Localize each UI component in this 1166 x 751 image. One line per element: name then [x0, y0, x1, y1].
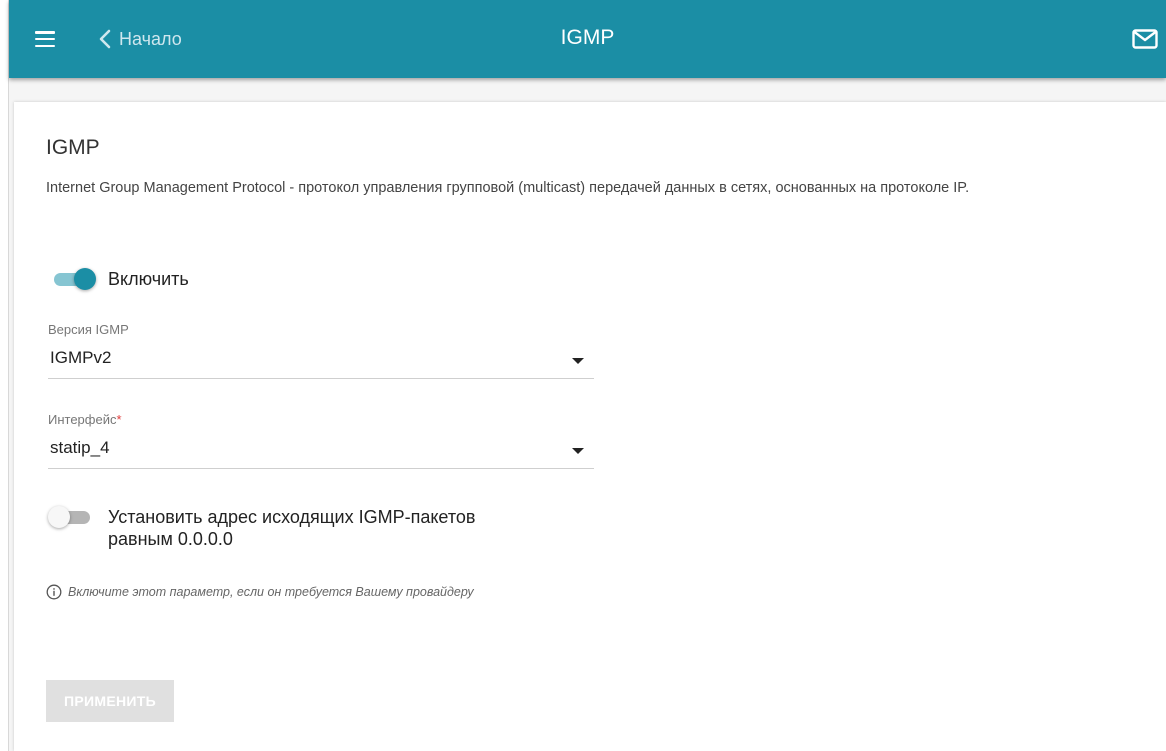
- igmp-version-select[interactable]: IGMPv2: [48, 340, 594, 379]
- settings-card: IGMP Internet Group Management Protocol …: [14, 102, 1166, 751]
- page-title: IGMP: [560, 26, 615, 49]
- source-address-toggle[interactable]: [48, 506, 94, 528]
- required-mark: *: [116, 412, 122, 427]
- section-description: Internet Group Management Protocol - про…: [46, 180, 970, 196]
- hint-text: Включите этот параметр, если он требуетс…: [68, 585, 474, 599]
- back-label: Начало: [119, 28, 182, 49]
- igmp-version-field: Версия IGMP IGMPv2: [48, 322, 594, 379]
- hint: Включите этот параметр, если он требуетс…: [46, 584, 474, 600]
- apply-button[interactable]: ПРИМЕНИТЬ: [46, 680, 174, 722]
- info-icon: [46, 584, 62, 600]
- back-button[interactable]: Начало: [99, 26, 182, 52]
- interface-label: Интерфейс: [48, 412, 117, 427]
- top-bar: Начало IGMP: [9, 0, 1166, 78]
- igmp-version-value: IGMPv2: [50, 348, 112, 367]
- interface-select[interactable]: statip_4: [48, 430, 594, 469]
- enable-toggle[interactable]: [50, 268, 96, 290]
- interface-value: statip_4: [50, 438, 110, 457]
- chevron-down-icon: [572, 358, 584, 364]
- enable-label: Включить: [108, 269, 189, 289]
- menu-icon[interactable]: [35, 31, 55, 48]
- mail-icon[interactable]: [1132, 29, 1158, 54]
- igmp-version-label: Версия IGMP: [48, 322, 129, 337]
- section-title: IGMP: [46, 136, 100, 159]
- chevron-down-icon: [572, 448, 584, 454]
- interface-field: Интерфейс* statip_4: [48, 412, 594, 469]
- chevron-left-icon: [99, 29, 111, 49]
- source-address-label: Установить адрес исходящих IGMP-пакетов …: [108, 507, 476, 549]
